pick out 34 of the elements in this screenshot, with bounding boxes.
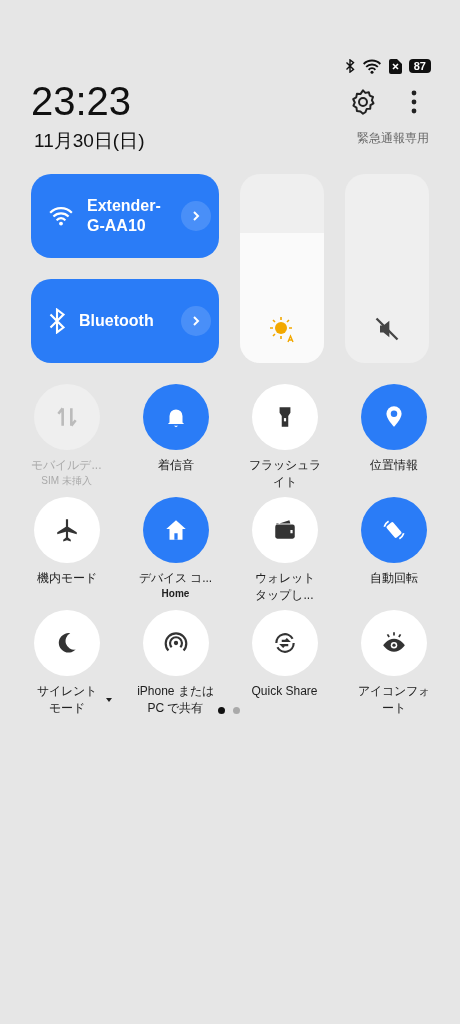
settings-icon[interactable]: [349, 88, 377, 116]
date-label: 11月30日(日): [34, 129, 145, 153]
toggle-sublabel: Home: [161, 587, 190, 601]
page-indicator-dot[interactable]: [218, 707, 225, 714]
toggle-label: デバイス コ...: [138, 570, 213, 587]
no-sim-icon: [388, 58, 402, 74]
toggle-label: アイコンフォート: [356, 683, 431, 717]
chevron-icon[interactable]: [181, 306, 211, 336]
toggle-tile[interactable]: Extender- G-AA10: [31, 174, 219, 258]
brightness-slider[interactable]: [240, 174, 324, 363]
wifi-icon: [48, 206, 74, 226]
battery-level: 87: [408, 59, 431, 73]
toggle-label: iPhone または PC で共有: [137, 683, 214, 717]
chevron-icon[interactable]: [181, 201, 211, 231]
caret-icon[interactable]: [105, 698, 112, 702]
page-indicator-dot[interactable]: [233, 707, 240, 714]
toggle-label: フラッシュライト: [247, 457, 322, 491]
toggle-tile[interactable]: Bluetooth: [31, 279, 219, 363]
toggle-label: 機内モード: [36, 570, 97, 587]
bluetooth-icon: [48, 308, 66, 334]
toggle-label: 自動回転: [369, 570, 418, 587]
more-options-icon[interactable]: [411, 90, 417, 114]
clock-time: 23:23: [31, 78, 133, 124]
toggle-label: Quick Share: [251, 683, 318, 700]
wifi-icon: [361, 58, 382, 74]
tile-label: Extender- G-AA10: [87, 196, 162, 236]
tile-label: Bluetooth: [79, 311, 155, 331]
toggle-label: ウォレットタップし...: [253, 570, 316, 604]
toggle-label: サイレントモード: [35, 683, 98, 717]
auto-brightness-icon: [267, 315, 297, 343]
toggle-label: 位置情報: [369, 457, 418, 474]
toggle-label: 着信音: [157, 457, 194, 474]
emergency-calls-label: 緊急通報専用: [357, 130, 429, 147]
bluetooth-icon: [344, 59, 355, 73]
